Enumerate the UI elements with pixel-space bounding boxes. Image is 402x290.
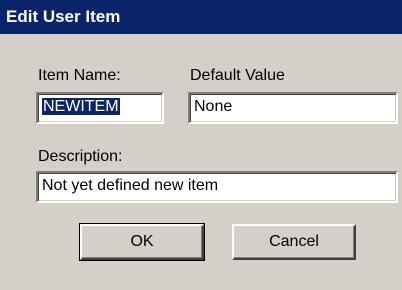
item-name-input[interactable]: NEWITEM bbox=[36, 92, 164, 124]
item-name-value: NEWITEM bbox=[42, 98, 120, 115]
cancel-button[interactable]: Cancel bbox=[232, 224, 356, 260]
ok-button-label: OK bbox=[130, 233, 154, 250]
description-label: Description: bbox=[38, 148, 123, 165]
cancel-button-label: Cancel bbox=[269, 233, 319, 250]
window-title: Edit User Item bbox=[6, 7, 121, 26]
description-value: Not yet defined new item bbox=[42, 177, 219, 194]
description-input[interactable]: Not yet defined new item bbox=[36, 171, 398, 203]
title-bar[interactable]: Edit User Item bbox=[0, 0, 402, 34]
default-value-value: None bbox=[194, 98, 233, 115]
item-name-label: Item Name: bbox=[38, 67, 121, 84]
edit-user-item-dialog: Edit User Item Item Name: Default Value … bbox=[0, 0, 402, 290]
ok-button[interactable]: OK bbox=[79, 223, 205, 261]
default-value-input[interactable]: None bbox=[188, 92, 398, 124]
default-value-label: Default Value bbox=[190, 67, 285, 84]
